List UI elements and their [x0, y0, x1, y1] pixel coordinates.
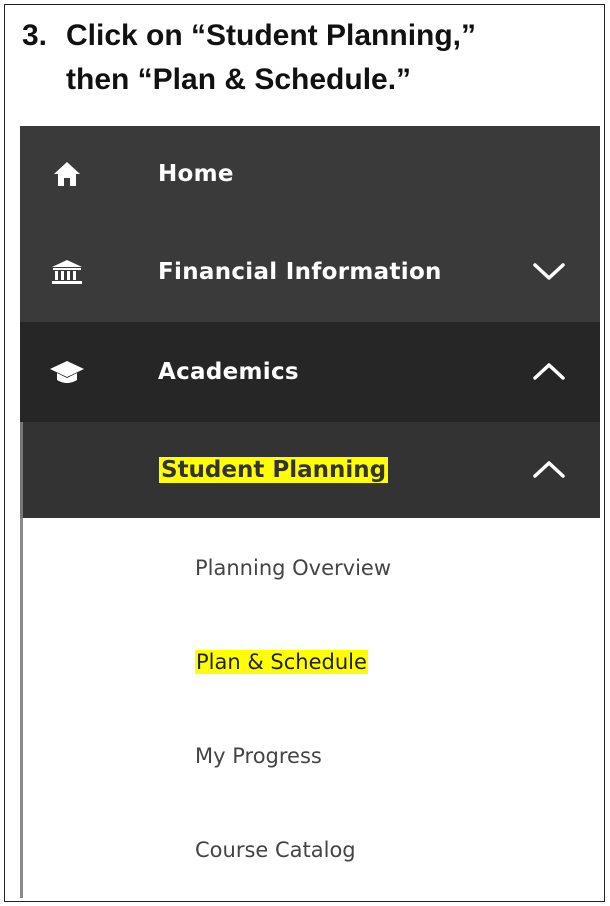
submenu-item-plan-schedule[interactable]: Plan & Schedule: [195, 650, 368, 674]
instruction-line-2: then “Plan & Schedule.”: [66, 63, 412, 96]
nav-item-academics[interactable]: Academics: [20, 322, 600, 422]
home-icon: [48, 159, 86, 189]
nav-item-label: Financial Information: [158, 259, 442, 285]
graduation-cap-icon: [48, 357, 86, 387]
instruction-line-1: Click on “Student Planning,”: [66, 19, 477, 52]
chevron-up-icon[interactable]: [532, 459, 566, 481]
submenu-item-my-progress[interactable]: My Progress: [195, 744, 322, 768]
step-number: 3.: [22, 19, 48, 52]
student-planning-label: Student Planning: [159, 457, 389, 483]
chevron-up-icon[interactable]: [532, 361, 566, 383]
instruction-text: 3. Click on “Student Planning,” then “Pla…: [22, 14, 582, 102]
bank-icon: [48, 257, 86, 287]
nav-item-financial-information[interactable]: Financial Information: [20, 222, 600, 322]
nav-item-label: Academics: [158, 359, 299, 385]
submenu-item-course-catalog[interactable]: Course Catalog: [195, 838, 356, 862]
submenu-item-planning-overview[interactable]: Planning Overview: [195, 556, 391, 580]
chevron-down-icon[interactable]: [532, 261, 566, 283]
nav-item-home[interactable]: Home: [20, 126, 600, 222]
nav-item-student-planning[interactable]: Student Planning: [20, 422, 600, 518]
nav-item-label: Home: [158, 161, 234, 187]
student-planning-submenu: Planning Overview Plan & Schedule My Pro…: [20, 518, 600, 898]
sidebar-nav: Home Financial Information Academics Stu…: [20, 126, 600, 900]
